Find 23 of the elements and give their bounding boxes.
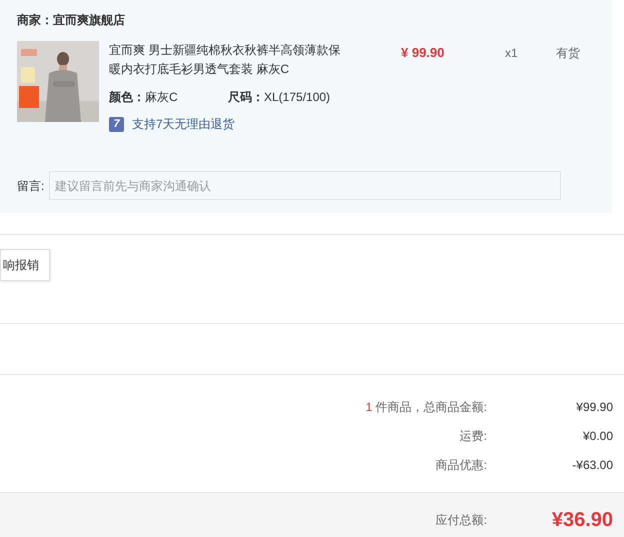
return-badge: 7	[109, 116, 124, 132]
message-label: 留言:	[17, 178, 46, 194]
return-policy: 支持7天无理由退货	[132, 116, 235, 133]
summary-label: 运费:	[460, 428, 487, 445]
spec-label: 颜色：	[109, 89, 145, 106]
merchant-label: 商家：	[17, 12, 53, 29]
unit-price: ¥ 99.90	[401, 44, 446, 61]
summary-label: 商品优惠:	[436, 457, 487, 474]
summary-value: ¥0.00	[582, 428, 613, 445]
invoice-button[interactable]: 响报销	[0, 249, 50, 281]
summary-value: ¥99.90	[575, 399, 613, 416]
stock-status: 有货	[556, 45, 580, 62]
spec-label: 尺码：	[228, 89, 264, 106]
message-field[interactable]: 建议留言前先与商家沟通确认	[49, 171, 561, 200]
quantity: x1	[505, 45, 519, 62]
total-amount: ¥36.90	[550, 508, 613, 533]
spec-value: XL(175/100)	[264, 89, 330, 106]
summary-label: 1 件商品，总商品金额:	[366, 399, 487, 416]
spec-value: 麻灰C	[145, 89, 178, 106]
product-title: 宜而爽 男士新疆纯棉秋衣秋裤半高领薄款保暖内衣打底毛衫男透气套装 麻灰C	[109, 42, 342, 78]
merchant-name: 宜而爽旗舰店	[53, 12, 125, 29]
summary-value: -¥63.00	[571, 457, 613, 474]
total-label: 应付总额:	[436, 512, 487, 529]
